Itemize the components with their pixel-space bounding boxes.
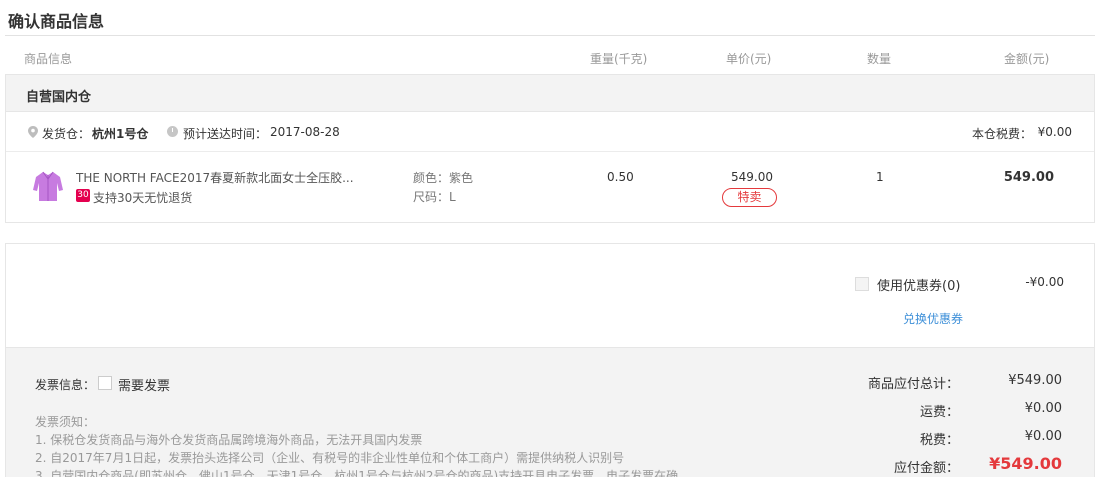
coupon-label[interactable]: 使用优惠券(0)	[877, 275, 960, 294]
clock-icon	[167, 126, 178, 137]
warehouse-name: 自营国内仓	[26, 90, 92, 105]
column-header-weight: 重量(千克)	[590, 52, 648, 66]
ship-from-label: 发货仓：	[42, 127, 91, 141]
ship-from-value: 杭州1号仓	[92, 127, 149, 141]
subtotal-label: 商品应付总计：	[867, 377, 959, 392]
column-header-qty: 数量	[867, 52, 892, 66]
column-header-amount: 金额(元)	[1004, 52, 1050, 66]
total-due-value: ¥549.00	[989, 454, 1062, 473]
shipping-fee-label: 运费：	[919, 405, 959, 420]
coupon-section: 使用优惠券(0) -¥0.00 兑换优惠券	[5, 243, 1095, 347]
invoice-note: 3. 自营国内仓商品(即苏州仓、佛山1号仓、天津1号仓、杭州1号仓与杭州2号仓的…	[35, 469, 679, 477]
cart-item-row: THE NORTH FACE2017春夏新款北面女士全压胶... 30 支持30…	[6, 153, 1094, 223]
item-amount: 549.00	[1003, 170, 1054, 185]
column-header-product: 商品信息	[24, 52, 73, 66]
product-color: 颜色：紫色	[413, 171, 474, 185]
item-weight: 0.50	[607, 170, 634, 184]
coupon-checkbox[interactable]	[855, 277, 869, 291]
tax-fee-value: ¥0.00	[1024, 429, 1062, 444]
summary-section: 发票信息： 需要发票 发票须知： 1. 保税仓发货商品与海外仓发货商品属跨境海外…	[5, 347, 1095, 477]
invoice-notes-title: 发票须知：	[35, 415, 96, 429]
item-unit-price: 549.00	[731, 170, 773, 184]
warehouse-header: 自营国内仓	[6, 75, 1094, 112]
shipping-fee-value: ¥0.00	[1024, 401, 1062, 416]
item-quantity: 1	[876, 170, 884, 184]
page-title: 确认商品信息	[8, 12, 105, 31]
invoice-checkbox[interactable]	[98, 376, 112, 390]
invoice-label: 发票信息：	[35, 378, 96, 392]
return-badge: 30	[76, 189, 90, 202]
warehouse-tax-value: ¥0.00	[1037, 125, 1072, 139]
invoice-note: 2. 自2017年7月1日起，发票抬头选择公司（企业、有税号的非企业性单位和个体…	[35, 451, 625, 465]
invoice-need-label[interactable]: 需要发票	[118, 375, 170, 394]
order-box: 自营国内仓 发货仓： 杭州1号仓 预计送达时间： 2017-08-28 本仓税费…	[5, 74, 1095, 223]
special-sale-tag: 特卖	[722, 188, 777, 207]
eta-label: 预计送达时间：	[183, 127, 268, 141]
total-due-label: 应付金额：	[893, 461, 959, 476]
coupon-amount: -¥0.00	[1025, 275, 1064, 289]
column-header-price: 单价(元)	[726, 52, 772, 66]
eta-value: 2017-08-28	[270, 125, 340, 139]
return-policy-text: 支持30天无忧退货	[93, 191, 193, 205]
product-thumbnail[interactable]	[30, 168, 66, 204]
product-size: 尺码：L	[413, 190, 456, 204]
invoice-note: 1. 保税仓发货商品与海外仓发货商品属跨境海外商品，无法开具国内发票	[35, 433, 423, 447]
tax-fee-label: 税费：	[919, 433, 959, 448]
location-pin-icon	[28, 126, 38, 138]
product-title[interactable]: THE NORTH FACE2017春夏新款北面女士全压胶...	[76, 169, 360, 186]
redeem-coupon-link[interactable]: 兑换优惠券	[903, 310, 963, 327]
shipping-row: 发货仓： 杭州1号仓 预计送达时间： 2017-08-28 本仓税费： ¥0.0…	[6, 112, 1094, 152]
warehouse-tax-label: 本仓税费：	[971, 127, 1032, 141]
subtotal-value: ¥549.00	[1008, 373, 1062, 388]
title-divider	[5, 35, 1095, 36]
